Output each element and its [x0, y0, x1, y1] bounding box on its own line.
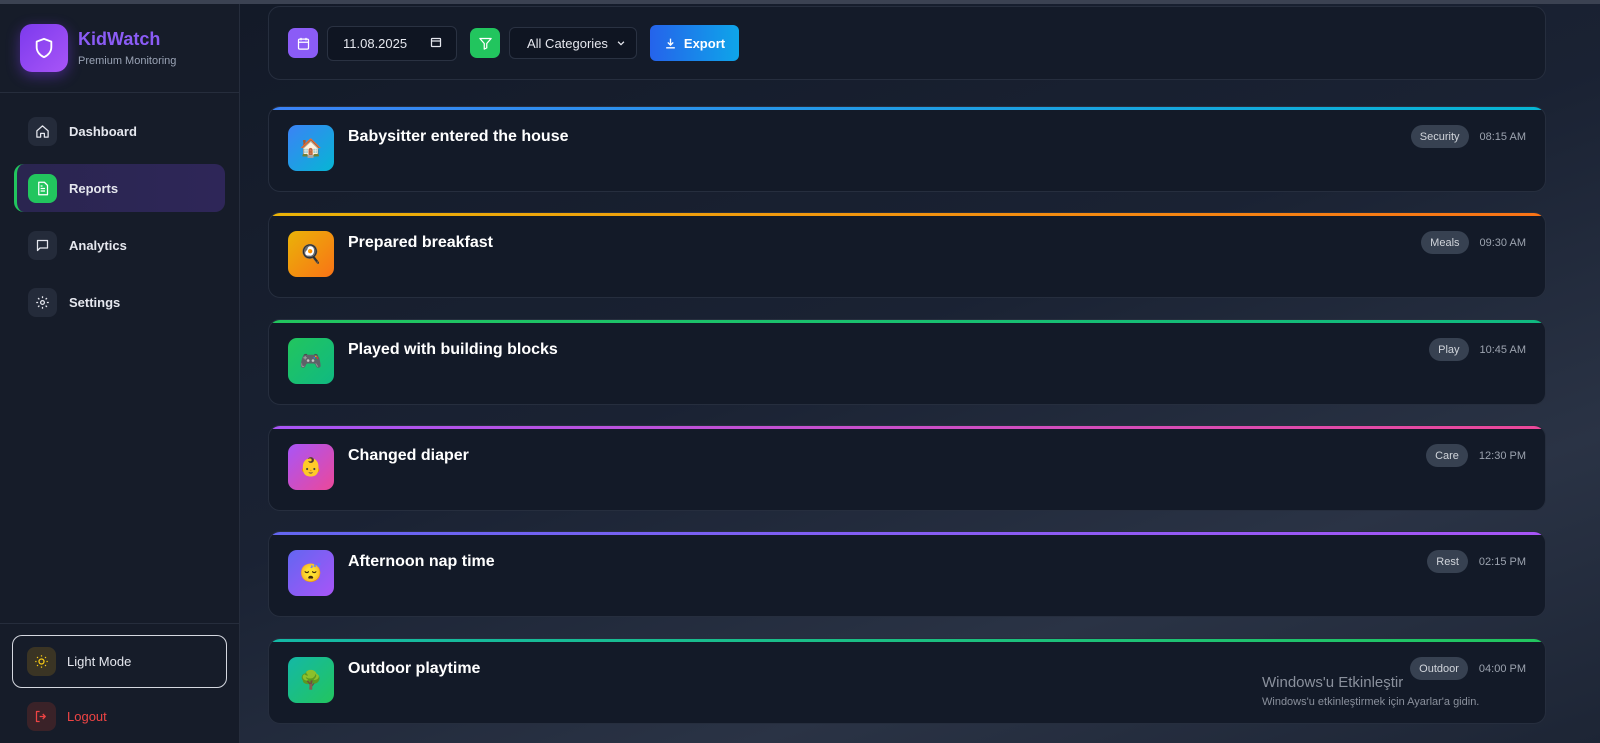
category-select[interactable]: All Categories: [509, 27, 637, 59]
windows-activation-watermark: Windows'u Etkinleştir Windows'u etkinleş…: [1262, 674, 1479, 708]
sidebar-item-label: Settings: [69, 294, 121, 310]
activity-card[interactable]: 🍳 Prepared breakfast Meals 09:30 AM: [268, 212, 1546, 298]
filter-icon: [470, 28, 500, 58]
activity-card[interactable]: 👶 Changed diaper Care 12:30 PM: [268, 425, 1546, 511]
export-label: Export: [683, 35, 726, 51]
logout-button[interactable]: Logout: [12, 690, 227, 742]
sidebar-item-label: Analytics: [69, 237, 127, 253]
activity-title: Afternoon nap time: [348, 553, 495, 570]
card-accent-bar: [269, 426, 1545, 429]
category-badge: Play: [1429, 338, 1469, 361]
activity-card[interactable]: 🏠 Babysitter entered the house Security …: [268, 106, 1546, 192]
sidebar-item-settings[interactable]: Settings: [14, 278, 225, 326]
activity-time: 08:15 AM: [1479, 130, 1526, 143]
sun-icon: [27, 647, 56, 676]
watermark-subtitle: Windows'u etkinleştirmek için Ayarlar'a …: [1262, 696, 1480, 708]
activity-title: Played with building blocks: [348, 341, 558, 358]
card-accent-bar: [269, 320, 1545, 323]
activity-title: Outdoor playtime: [348, 660, 481, 677]
gear-icon: [28, 287, 57, 317]
activity-card[interactable]: 😴 Afternoon nap time Rest 02:15 PM: [268, 531, 1546, 617]
sidebar-footer: Light Mode Logout: [0, 623, 239, 743]
date-input[interactable]: 11.08.2025: [327, 25, 457, 61]
watermark-title: Windows'u Etkinleştir: [1262, 674, 1404, 691]
chevron-down-icon: [616, 36, 626, 51]
document-icon: [28, 173, 57, 203]
card-accent-bar: [269, 213, 1545, 216]
activity-title: Babysitter entered the house: [348, 128, 569, 145]
sidebar: KidWatch Premium Monitoring Dashboard Re…: [0, 4, 240, 743]
sidebar-nav: Dashboard Reports Analytics Settings: [0, 93, 239, 349]
brand-name: KidWatch: [78, 29, 161, 49]
activity-title: Changed diaper: [348, 447, 469, 464]
card-accent-bar: [269, 532, 1545, 535]
activity-title: Prepared breakfast: [348, 234, 493, 251]
card-accent-bar: [269, 107, 1545, 110]
message-icon: [28, 230, 57, 260]
home-icon: [28, 116, 57, 146]
activity-time: 12:30 PM: [1478, 449, 1526, 462]
category-badge: Rest: [1427, 550, 1468, 573]
export-button[interactable]: Export: [650, 25, 739, 61]
light-mode-label: Light Mode: [67, 654, 132, 669]
category-badge: Security: [1410, 125, 1469, 148]
shield-icon: [20, 24, 68, 72]
game-controller-icon: 🎮: [288, 338, 334, 384]
filter-toolbar: 11.08.2025 All Categories Export: [268, 6, 1546, 80]
activity-card[interactable]: 🎮 Played with building blocks Play 10:45…: [268, 319, 1546, 405]
main-content: 11.08.2025 All Categories Export 🏠 Babys…: [240, 4, 1600, 743]
category-badge: Meals: [1421, 231, 1469, 254]
brand-subtitle: Premium Monitoring: [78, 55, 177, 67]
sleeping-face-icon: 😴: [288, 550, 334, 596]
logout-label: Logout: [67, 708, 107, 724]
sidebar-item-reports[interactable]: Reports: [14, 164, 225, 212]
activity-time: 09:30 AM: [1479, 236, 1526, 249]
house-icon: 🏠: [288, 125, 334, 171]
activity-time: 10:45 AM: [1479, 343, 1526, 356]
sidebar-item-dashboard[interactable]: Dashboard: [14, 107, 225, 155]
card-accent-bar: [269, 639, 1545, 642]
download-icon: [666, 38, 675, 49]
frying-pan-icon: 🍳: [288, 231, 334, 277]
activity-time: 02:15 PM: [1478, 555, 1526, 568]
brand: KidWatch Premium Monitoring: [0, 4, 239, 93]
sidebar-item-label: Reports: [69, 180, 119, 196]
sidebar-item-label: Dashboard: [69, 123, 137, 139]
activity-time: 04:00 PM: [1478, 662, 1526, 675]
category-badge: Care: [1426, 444, 1468, 467]
calendar-picker-icon[interactable]: [430, 36, 442, 51]
calendar-icon: [288, 28, 318, 58]
sidebar-item-analytics[interactable]: Analytics: [14, 221, 225, 269]
category-select-value: All Categories: [527, 35, 608, 51]
date-value: 11.08.2025: [343, 35, 408, 51]
logout-icon: [27, 701, 56, 731]
tree-icon: 🌳: [288, 657, 334, 703]
baby-icon: 👶: [288, 444, 334, 490]
light-mode-button[interactable]: Light Mode: [12, 635, 227, 688]
